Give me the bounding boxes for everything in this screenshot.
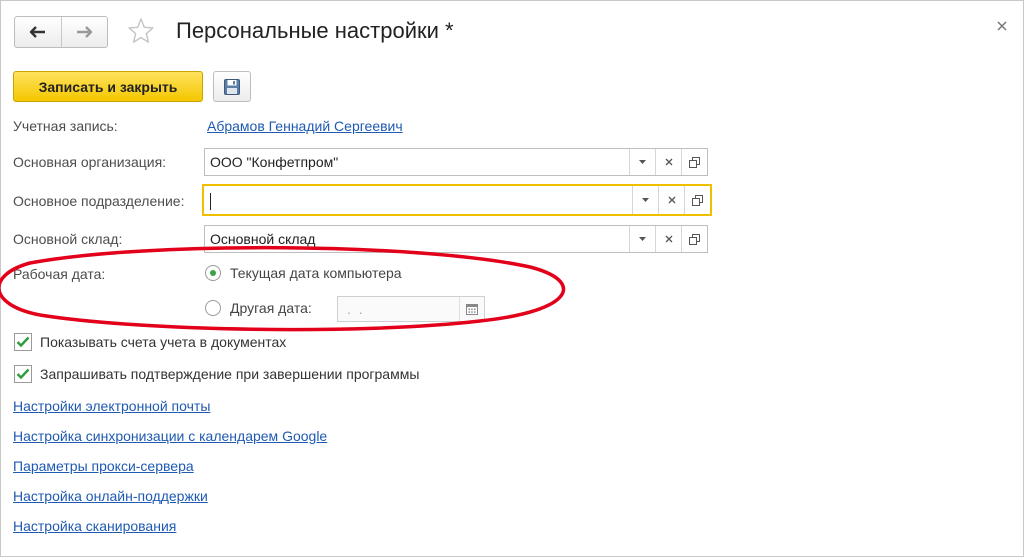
triangle-down-icon <box>639 160 646 164</box>
checkbox-confirm-exit[interactable]: Запрашивать подтверждение при завершении… <box>14 365 419 383</box>
star-icon[interactable] <box>127 17 155 45</box>
link-online-support[interactable]: Настройка онлайн-поддержки <box>13 488 208 504</box>
arrow-right-icon <box>77 26 93 38</box>
radio-current-date-label: Текущая дата компьютера <box>230 265 402 281</box>
warehouse-dropdown-button[interactable] <box>629 226 655 252</box>
radio-button[interactable] <box>205 300 221 316</box>
department-label: Основное подразделение: <box>13 193 185 209</box>
save-and-close-button[interactable]: Записать и закрыть <box>13 71 203 102</box>
page-title: Персональные настройки * <box>176 18 454 43</box>
annotation-ellipse <box>0 245 566 332</box>
warehouse-open-button[interactable] <box>681 226 707 252</box>
work-date-label: Рабочая дата: <box>13 266 106 282</box>
warehouse-clear-button[interactable] <box>655 226 681 252</box>
warehouse-label: Основной склад: <box>13 231 123 247</box>
close-button[interactable] <box>994 18 1010 34</box>
x-icon <box>668 196 675 204</box>
warehouse-field[interactable]: Основной склад <box>204 225 708 253</box>
checkbox[interactable] <box>14 333 32 351</box>
link-email-settings[interactable]: Настройки электронной почты <box>13 398 210 414</box>
triangle-down-icon <box>642 198 649 202</box>
account-link[interactable]: Абрамов Геннадий Сергеевич <box>207 118 403 134</box>
checkbox-show-accounts-label: Показывать счета учета в документах <box>40 334 287 350</box>
organization-label: Основная организация: <box>13 154 167 170</box>
checkmark-icon <box>16 368 30 380</box>
calendar-button[interactable] <box>459 297 484 321</box>
save-button[interactable] <box>213 71 251 102</box>
organization-clear-button[interactable] <box>655 149 681 175</box>
calendar-icon <box>466 304 478 315</box>
department-clear-button[interactable] <box>658 186 684 214</box>
floppy-disk-icon <box>224 78 240 95</box>
warehouse-value[interactable]: Основной склад <box>205 226 629 252</box>
organization-dropdown-button[interactable] <box>629 149 655 175</box>
radio-button[interactable] <box>205 265 221 281</box>
back-button[interactable] <box>15 17 61 47</box>
forward-button[interactable] <box>60 17 108 47</box>
department-open-button[interactable] <box>684 186 710 214</box>
organization-open-button[interactable] <box>681 149 707 175</box>
checkmark-icon <box>16 336 30 348</box>
x-icon <box>665 235 672 243</box>
department-value[interactable] <box>204 186 632 214</box>
x-icon <box>665 158 672 166</box>
account-label: Учетная запись: <box>13 118 118 134</box>
other-date-input[interactable]: . . <box>337 296 485 322</box>
radio-current-date[interactable]: Текущая дата компьютера <box>205 265 402 281</box>
checkbox[interactable] <box>14 365 32 383</box>
text-cursor <box>210 192 211 210</box>
open-window-icon <box>689 233 700 245</box>
open-window-icon <box>692 194 703 206</box>
radio-other-date-label: Другая дата: <box>230 300 312 316</box>
navigation-buttons <box>14 16 108 48</box>
link-google-calendar-sync[interactable]: Настройка синхронизации с календарем Goo… <box>13 428 327 444</box>
department-dropdown-button[interactable] <box>632 186 658 214</box>
link-scanning-settings[interactable]: Настройка сканирования <box>13 518 176 534</box>
link-proxy-settings[interactable]: Параметры прокси-сервера <box>13 458 194 474</box>
triangle-down-icon <box>639 237 646 241</box>
checkbox-confirm-exit-label: Запрашивать подтверждение при завершении… <box>40 366 420 382</box>
checkbox-show-accounts[interactable]: Показывать счета учета в документах <box>14 333 286 351</box>
organization-field[interactable]: ООО "Конфетпром" <box>204 148 708 176</box>
close-icon <box>997 21 1007 31</box>
other-date-value[interactable]: . . <box>338 297 459 321</box>
open-window-icon <box>689 156 700 168</box>
radio-other-date[interactable]: Другая дата: <box>205 300 312 316</box>
organization-value[interactable]: ООО "Конфетпром" <box>205 149 629 175</box>
radio-selected-dot <box>210 270 216 276</box>
department-field[interactable] <box>202 184 712 216</box>
arrow-left-icon <box>29 26 45 38</box>
